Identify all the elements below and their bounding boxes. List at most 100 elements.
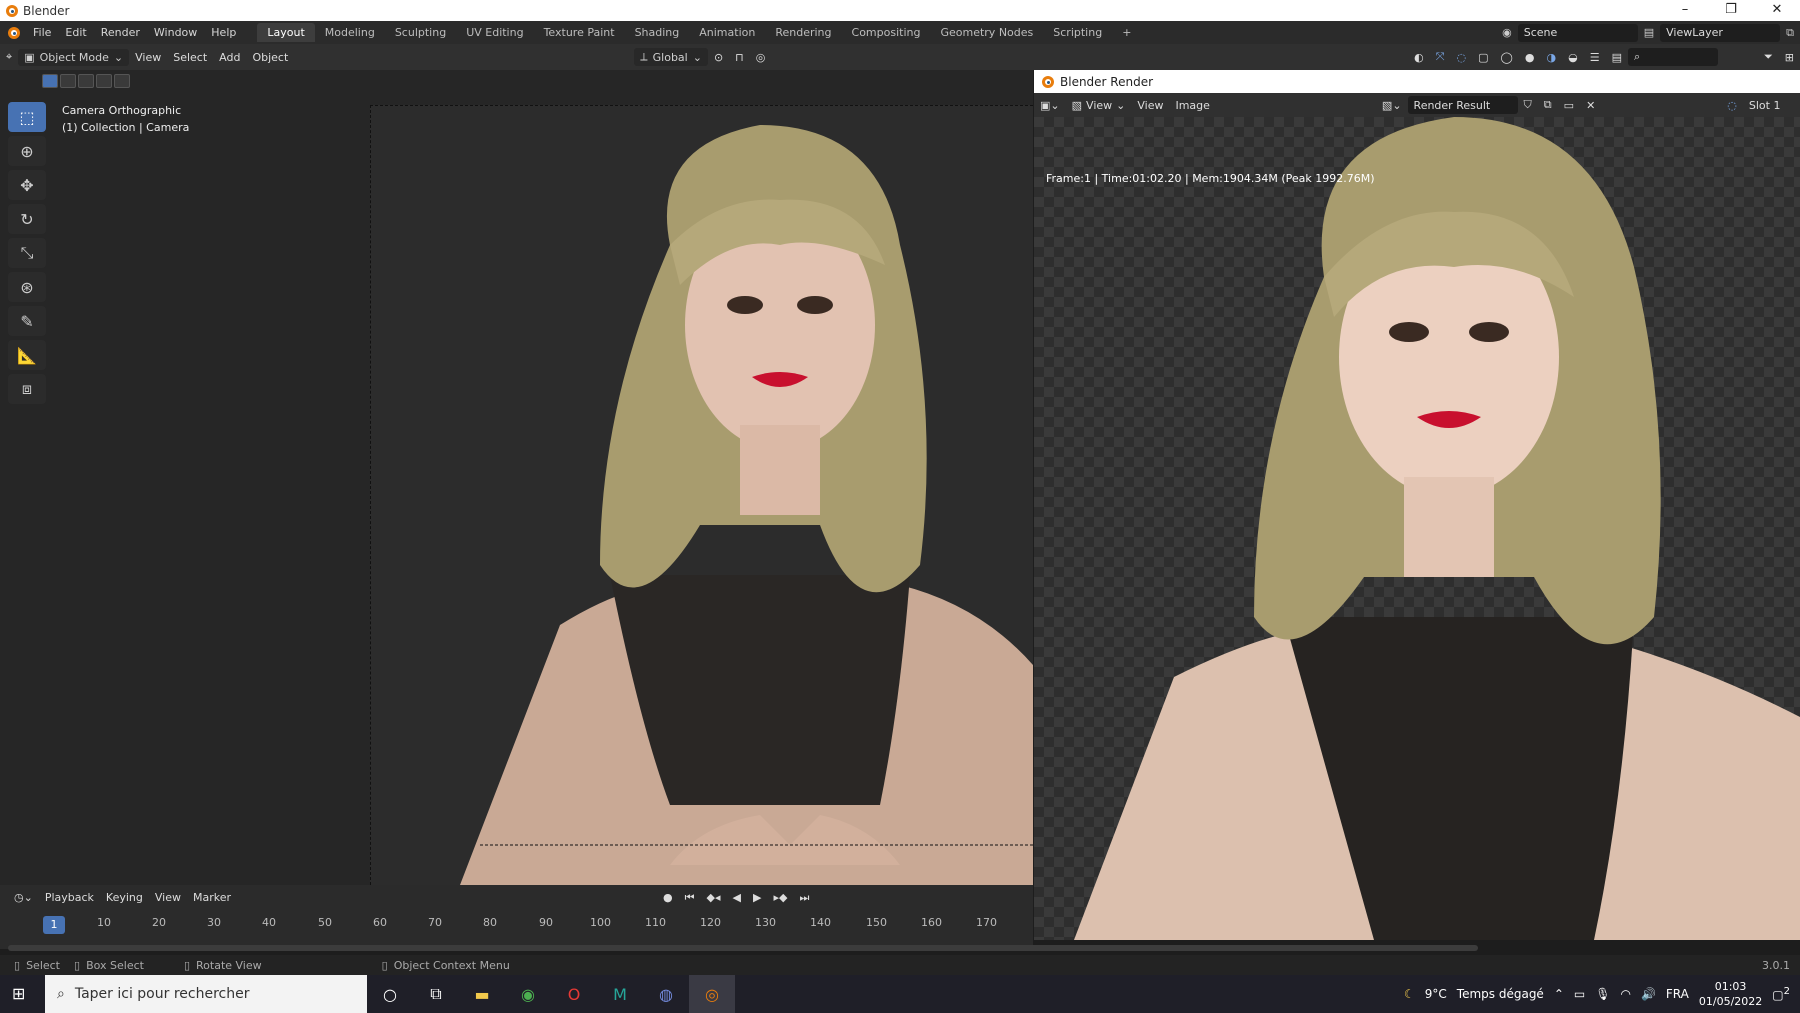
minimize-button[interactable]: – bbox=[1662, 0, 1708, 21]
mode-dropdown[interactable]: ▣ Object Mode ⌄ bbox=[18, 48, 130, 66]
tab-uv-editing[interactable]: UV Editing bbox=[456, 23, 533, 42]
maximize-button[interactable]: ❐ bbox=[1708, 0, 1754, 21]
notification-icon[interactable]: ▢2 bbox=[1772, 986, 1790, 1002]
close-button[interactable]: ✕ bbox=[1754, 0, 1800, 21]
windows-start-icon[interactable]: ⊞ bbox=[12, 984, 25, 1003]
frame-ruler[interactable]: 1 10 20 30 40 50 60 70 80 90 100 110 120… bbox=[0, 910, 1033, 934]
tab-layout[interactable]: Layout bbox=[257, 23, 315, 42]
render-result-field[interactable]: Render Result bbox=[1407, 96, 1518, 114]
weather-text[interactable]: Temps dégagé bbox=[1457, 987, 1544, 1001]
prev-keyframe-icon[interactable]: ◆◂ bbox=[701, 891, 727, 904]
menu-view[interactable]: View bbox=[1131, 97, 1169, 114]
next-keyframe-icon[interactable]: ▸◆ bbox=[767, 891, 793, 904]
chrome-icon[interactable]: ◉ bbox=[505, 975, 551, 1013]
move-tool-icon[interactable]: ✥ bbox=[8, 170, 46, 200]
tab-compositing[interactable]: Compositing bbox=[842, 23, 931, 42]
filter-icon[interactable]: ⏷ bbox=[1758, 48, 1779, 66]
menu-help[interactable]: Help bbox=[204, 26, 243, 39]
scene-field[interactable]: Scene bbox=[1517, 23, 1638, 42]
outliner-search-field[interactable]: ⌕ bbox=[1627, 48, 1718, 66]
select-box-tool-icon[interactable]: ⬚ bbox=[8, 102, 46, 132]
fake-user-icon[interactable]: ⛉ bbox=[1518, 96, 1538, 114]
3d-viewport[interactable]: ⬚ ⊕ ✥ ↻ ⤡ ⊛ ✎ 📐 ⧈ Camera Orthographic (1… bbox=[0, 70, 1033, 885]
orientation-dropdown[interactable]: ⟂ Global ⌄ bbox=[634, 48, 708, 66]
pivot-icon[interactable]: ⊙ bbox=[708, 49, 729, 66]
overlay-icon[interactable]: ◌ bbox=[1721, 97, 1743, 114]
tab-geometry-nodes[interactable]: Geometry Nodes bbox=[930, 23, 1043, 42]
timeline-scrollbar[interactable] bbox=[8, 945, 1478, 951]
file-explorer-icon[interactable]: ▬ bbox=[459, 975, 505, 1013]
microphone-icon[interactable]: 🎙 bbox=[1595, 987, 1610, 1001]
menu-view[interactable]: View bbox=[149, 891, 187, 904]
measure-tool-icon[interactable]: 📐 bbox=[8, 340, 46, 370]
discord-icon[interactable]: ◍ bbox=[643, 975, 689, 1013]
new-collection-icon[interactable]: ⊞ bbox=[1779, 49, 1800, 66]
select-subtract-icon[interactable] bbox=[78, 74, 94, 88]
menu-keying[interactable]: Keying bbox=[100, 891, 149, 904]
tab-sculpting[interactable]: Sculpting bbox=[385, 23, 456, 42]
snap-icon[interactable]: ⊓ bbox=[729, 49, 750, 66]
menu-render[interactable]: Render bbox=[94, 26, 147, 39]
xray-icon[interactable]: ▢ bbox=[1472, 49, 1494, 66]
select-intersect-icon[interactable] bbox=[114, 74, 130, 88]
menu-edit[interactable]: Edit bbox=[58, 26, 93, 39]
tab-modeling[interactable]: Modeling bbox=[315, 23, 385, 42]
menu-add[interactable]: Add bbox=[213, 49, 246, 66]
volume-icon[interactable]: 🔊 bbox=[1641, 987, 1656, 1001]
editor-type-icon[interactable]: ▣⌄ bbox=[1034, 97, 1066, 114]
select-new-icon[interactable] bbox=[42, 74, 58, 88]
menu-view[interactable]: View bbox=[129, 49, 167, 66]
jump-start-icon[interactable]: ⏮ bbox=[679, 891, 701, 905]
app-m-icon[interactable]: M bbox=[597, 975, 643, 1013]
tab-shading[interactable]: Shading bbox=[625, 23, 690, 42]
view-layer-icon[interactable]: ▤ bbox=[1644, 26, 1654, 39]
blender-taskbar-icon[interactable]: ◎ bbox=[689, 975, 735, 1013]
network-icon[interactable]: ◠ bbox=[1620, 987, 1630, 1001]
clock[interactable]: 01:03 01/05/2022 bbox=[1699, 979, 1762, 1009]
weather-temp[interactable]: 9°C bbox=[1425, 987, 1447, 1001]
editor-type-icon[interactable]: ◷⌄ bbox=[8, 891, 39, 904]
scene-icon[interactable]: ◉ bbox=[1502, 26, 1512, 39]
play-icon[interactable]: ▶ bbox=[747, 891, 767, 904]
current-frame-indicator[interactable]: 1 bbox=[43, 916, 65, 934]
tab-scripting[interactable]: Scripting bbox=[1043, 23, 1112, 42]
image-view-dropdown[interactable]: ▧ View ⌄ bbox=[1066, 97, 1132, 114]
outliner-filter-icon[interactable]: ☰ bbox=[1584, 49, 1606, 66]
menu-object[interactable]: Object bbox=[246, 49, 294, 66]
language-indicator[interactable]: FRA bbox=[1666, 987, 1689, 1001]
view-layer-field[interactable]: ViewLayer bbox=[1660, 23, 1781, 42]
auto-keying-icon[interactable]: ● bbox=[657, 891, 679, 904]
open-image-icon[interactable]: ▭ bbox=[1558, 97, 1580, 114]
add-cube-tool-icon[interactable]: ⧈ bbox=[8, 374, 46, 404]
wireframe-shading-icon[interactable]: ◯ bbox=[1495, 49, 1519, 66]
material-shading-icon[interactable]: ◑ bbox=[1540, 49, 1562, 66]
visibility-icon[interactable]: ◐ bbox=[1408, 49, 1430, 66]
tab-rendering[interactable]: Rendering bbox=[765, 23, 841, 42]
scale-tool-icon[interactable]: ⤡ bbox=[8, 238, 46, 268]
device-icon[interactable]: ▭ bbox=[1574, 987, 1585, 1001]
menu-playback[interactable]: Playback bbox=[39, 891, 100, 904]
tab-animation[interactable]: Animation bbox=[689, 23, 765, 42]
menu-image[interactable]: Image bbox=[1169, 97, 1215, 114]
unlink-icon[interactable]: ✕ bbox=[1580, 97, 1601, 114]
gizmo-icon[interactable]: ⤧ bbox=[1430, 48, 1451, 66]
display-mode-icon[interactable]: ▤ bbox=[1606, 49, 1628, 66]
image-browse-icon[interactable]: ▧⌄ bbox=[1376, 97, 1408, 114]
cursor-tool-icon[interactable]: ⊕ bbox=[8, 136, 46, 166]
menu-file[interactable]: File bbox=[26, 26, 58, 39]
editor-type-button[interactable]: ⌖ bbox=[0, 48, 18, 66]
solid-shading-icon[interactable]: ● bbox=[1519, 49, 1541, 66]
transform-tool-icon[interactable]: ⊛ bbox=[8, 272, 46, 302]
overlay-icon[interactable]: ◌ bbox=[1451, 49, 1473, 66]
proportional-edit-icon[interactable]: ◎ bbox=[750, 49, 772, 66]
play-reverse-icon[interactable]: ◀ bbox=[727, 891, 747, 904]
select-extend-icon[interactable] bbox=[60, 74, 76, 88]
new-image-icon[interactable]: ⧉ bbox=[1538, 96, 1558, 114]
menu-window[interactable]: Window bbox=[147, 26, 204, 39]
add-workspace-button[interactable]: + bbox=[1112, 23, 1141, 42]
opera-icon[interactable]: O bbox=[551, 975, 597, 1013]
annotate-tool-icon[interactable]: ✎ bbox=[8, 306, 46, 336]
task-view-icon[interactable]: ⧉ bbox=[413, 975, 459, 1013]
menu-marker[interactable]: Marker bbox=[187, 891, 237, 904]
new-view-layer-icon[interactable]: ⧉ bbox=[1786, 26, 1794, 40]
